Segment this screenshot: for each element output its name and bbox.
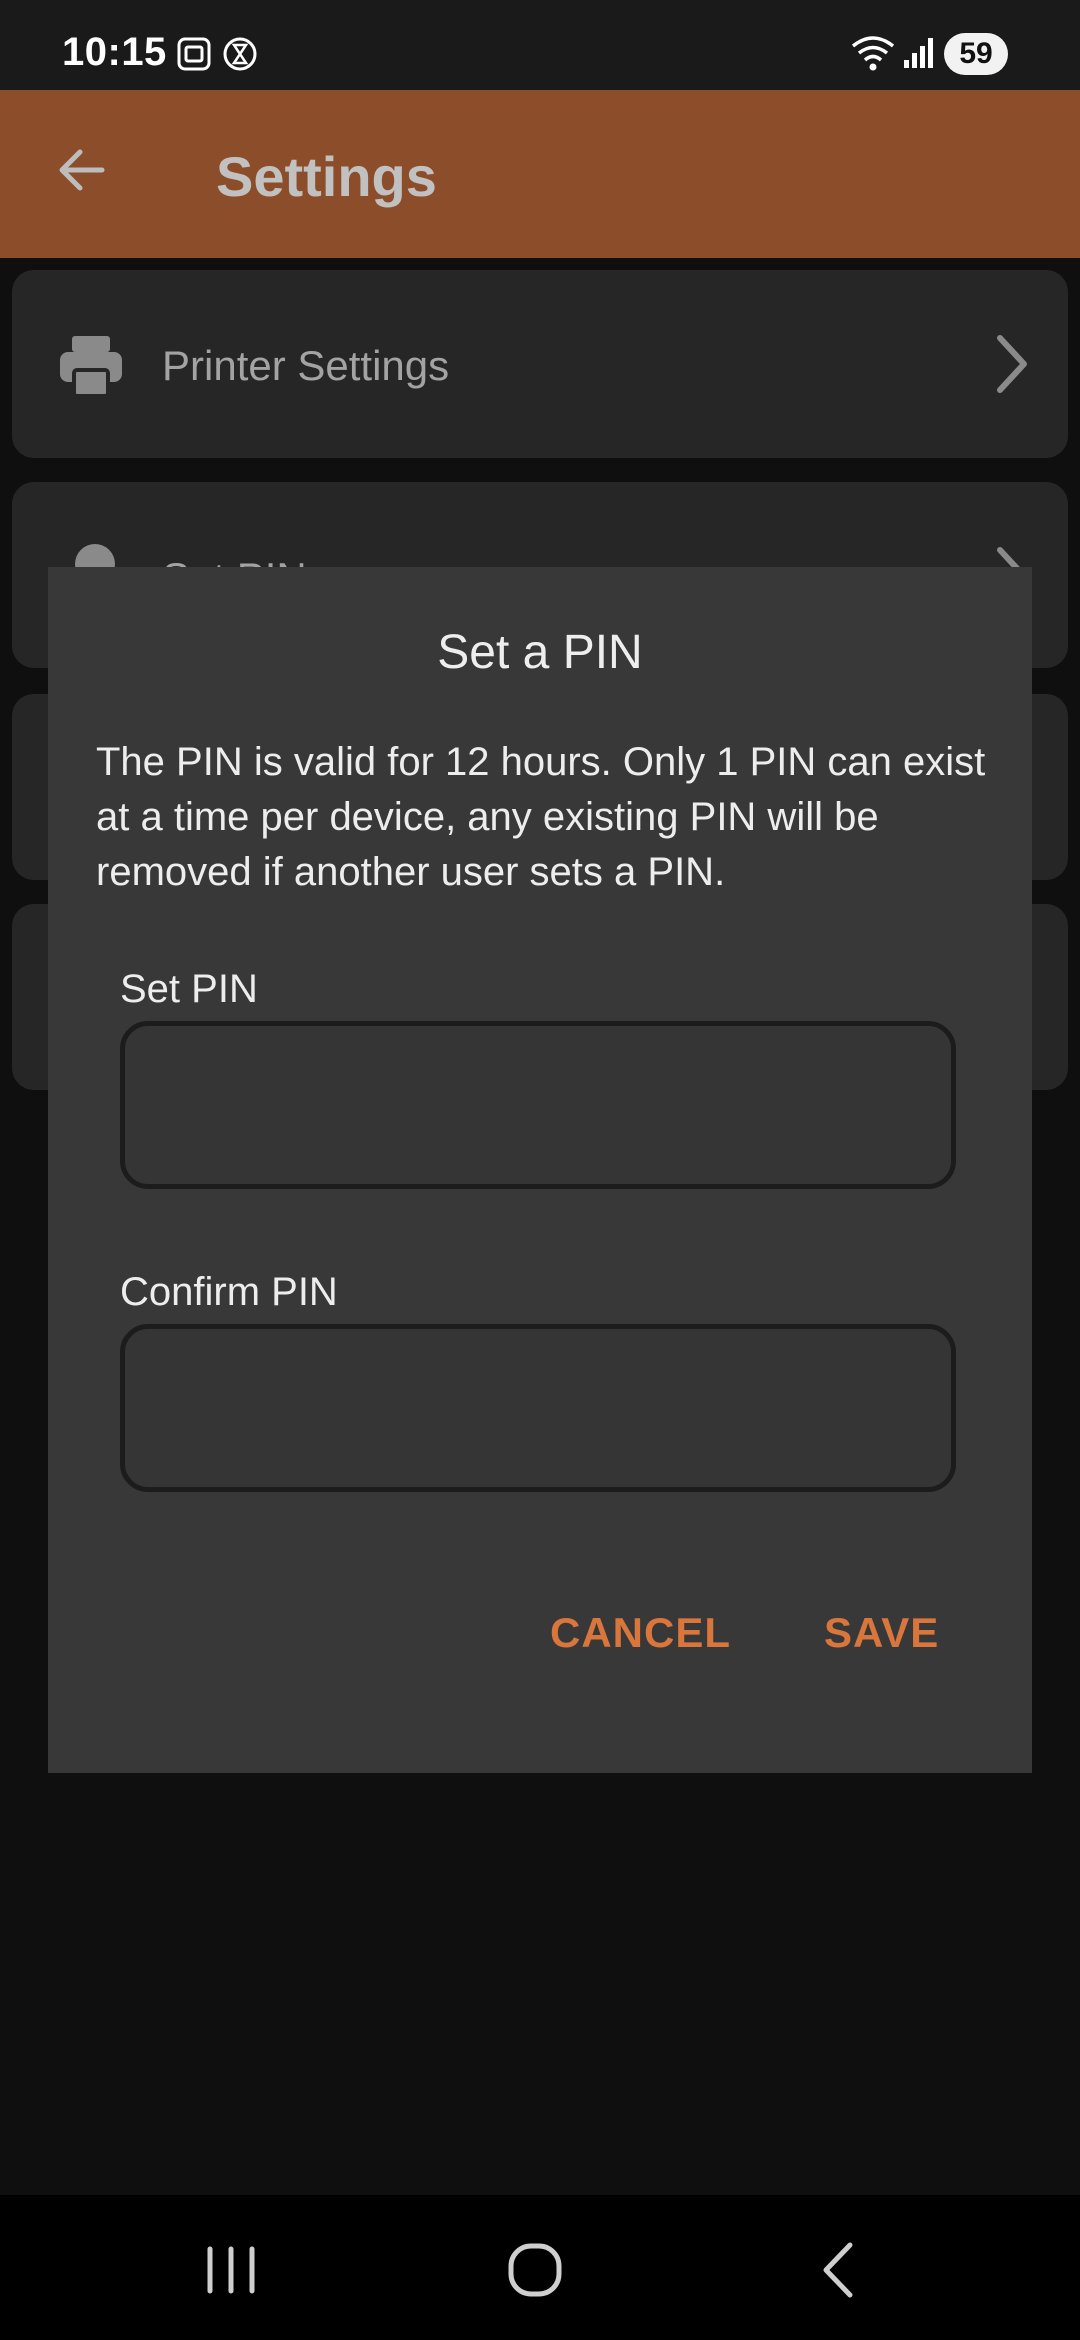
confirm-pin-label: Confirm PIN: [120, 1270, 338, 1314]
screenshot-icon: [177, 37, 211, 71]
set-pin-input[interactable]: [120, 1021, 956, 1189]
confirm-pin-input[interactable]: [120, 1324, 956, 1492]
status-bar: 10:15 59: [0, 0, 1080, 90]
recent-apps-icon[interactable]: [196, 2235, 266, 2305]
wifi-icon: [851, 36, 895, 71]
set-pin-dialog: Set a PIN The PIN is valid for 12 hours.…: [48, 567, 1032, 1773]
save-button[interactable]: SAVE: [824, 1609, 939, 1657]
signal-icon: [904, 38, 933, 68]
screen: 10:15 59 Settings Printer Settings Set a…: [0, 0, 1080, 2340]
home-icon[interactable]: [500, 2235, 570, 2305]
cancel-button[interactable]: CANCEL: [550, 1609, 731, 1657]
battery-indicator: 59: [944, 33, 1008, 75]
dialog-message: The PIN is valid for 12 hours. Only 1 PI…: [96, 740, 986, 894]
dialog-title: Set a PIN: [437, 626, 643, 679]
system-nav-bar: [0, 2195, 1080, 2340]
set-pin-label: Set PIN: [120, 967, 258, 1011]
timer-icon: [223, 37, 257, 71]
back-icon[interactable]: [804, 2235, 874, 2305]
status-time: 10:15: [62, 30, 167, 74]
